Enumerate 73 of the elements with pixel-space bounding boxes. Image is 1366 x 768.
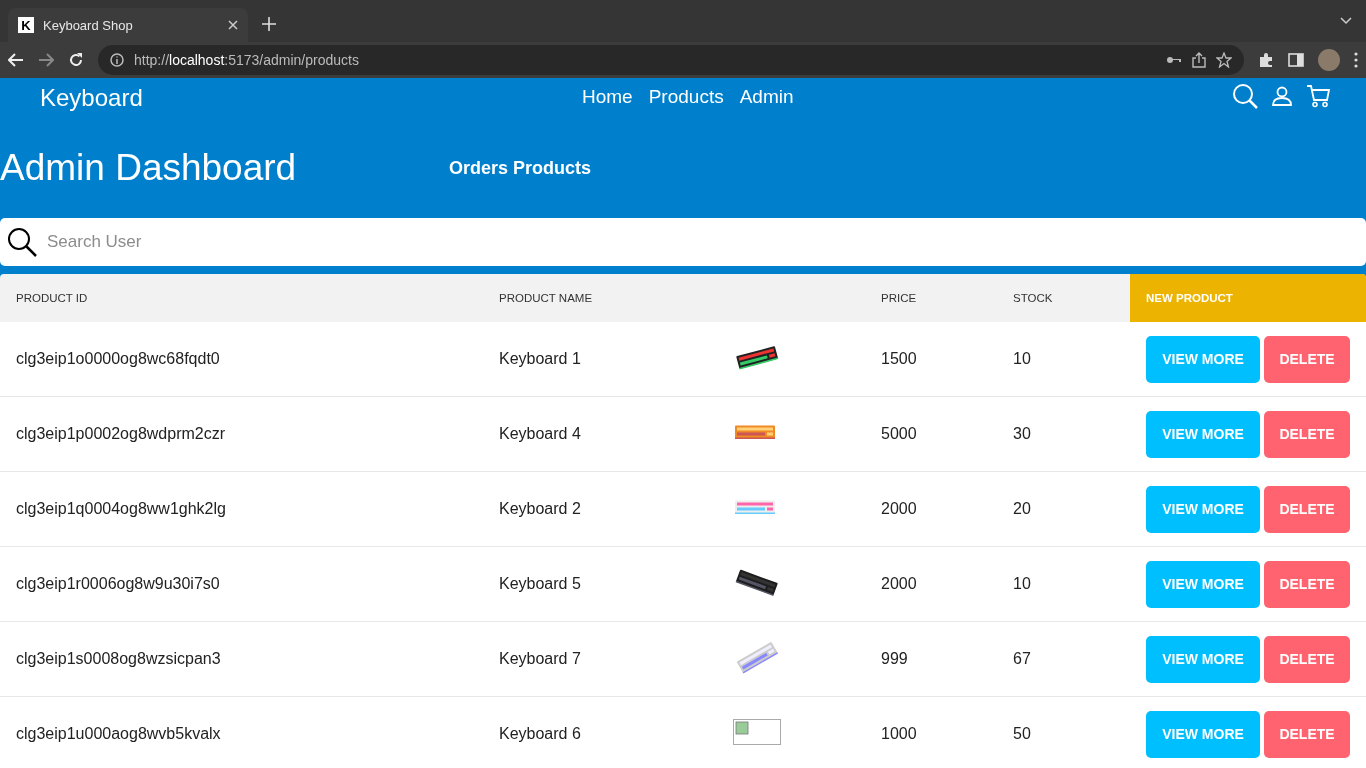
table-cell-text: clg3eip1p0002og8wdprm2czr — [15, 425, 227, 443]
search-icon[interactable] — [1232, 83, 1258, 109]
table-cell-text: 1000 — [881, 725, 918, 743]
page-title: Admin Dashboard — [0, 147, 298, 189]
table-cell-text: 5000 — [881, 425, 918, 443]
table-cell-text: 2000 — [881, 500, 918, 518]
chevron-down-icon[interactable] — [1340, 17, 1352, 25]
back-icon[interactable] — [8, 53, 24, 67]
brand-name[interactable]: Keyboard — [40, 84, 143, 112]
view-more-button[interactable]: VIEW MORE — [1146, 485, 1260, 533]
info-icon[interactable] — [110, 53, 124, 67]
delete-button[interactable]: DELETE — [1264, 710, 1350, 758]
sidebar-icon[interactable] — [1288, 53, 1304, 67]
table-cell-text: 10 — [1013, 575, 1032, 593]
key-icon[interactable] — [1166, 55, 1182, 65]
url-text: http://localhost:5173/admin/products — [134, 52, 359, 68]
forward-icon[interactable] — [38, 53, 54, 67]
table-cell-text: 50 — [1013, 725, 1032, 743]
delete-button[interactable]: DELETE — [1264, 335, 1350, 383]
reload-icon[interactable] — [68, 52, 84, 68]
table-cell-text: Keyboard 6 — [499, 725, 582, 743]
tab-favicon: K — [18, 17, 34, 33]
new-tab-icon[interactable] — [262, 17, 276, 31]
view-more-button[interactable]: VIEW MORE — [1146, 335, 1260, 383]
table-cell-text: Keyboard 2 — [499, 500, 582, 518]
table-cell-text: clg3eip1o0000og8wc68fqdt0 — [15, 350, 221, 368]
table-cell-text: clg3eip1u000aog8wvb5kvalx — [15, 725, 222, 743]
column-header: STOCK — [1013, 292, 1054, 304]
view-more-button[interactable]: VIEW MORE — [1146, 710, 1260, 758]
delete-button[interactable]: DELETE — [1264, 410, 1350, 458]
broken-image-icon — [733, 719, 781, 745]
share-icon[interactable] — [1192, 52, 1206, 68]
user-icon[interactable] — [1272, 86, 1292, 106]
table-cell-text: Keyboard 4 — [499, 425, 582, 443]
browser-tab[interactable]: K Keyboard Shop — [8, 8, 248, 42]
table-cell-text: 20 — [1013, 500, 1032, 518]
column-header: PRODUCT NAME — [499, 292, 594, 304]
table-cell-text: 999 — [881, 650, 909, 668]
star-icon[interactable] — [1216, 52, 1232, 68]
column-header: PRICE — [881, 292, 918, 304]
cart-icon[interactable] — [1306, 84, 1330, 108]
table-cell-text: Keyboard 1 — [499, 350, 582, 368]
puzzle-icon[interactable] — [1258, 52, 1274, 68]
close-icon[interactable] — [228, 20, 238, 30]
new-product-button[interactable]: NEW PRODUCT — [1130, 274, 1366, 322]
avatar-icon[interactable] — [1318, 49, 1340, 71]
search-field[interactable]: Search User — [45, 231, 1366, 253]
table-cell-text: 67 — [1013, 650, 1032, 668]
table-cell-text: Keyboard 5 — [499, 575, 582, 593]
table-cell-text: 1500 — [881, 350, 918, 368]
delete-button[interactable]: DELETE — [1264, 560, 1350, 608]
nav-link[interactable]: Home — [582, 86, 633, 108]
table-cell-text: Keyboard 7 — [499, 650, 582, 668]
dashboard-links[interactable]: Orders Products — [449, 157, 592, 179]
table-cell-text: 30 — [1013, 425, 1032, 443]
view-more-button[interactable]: VIEW MORE — [1146, 410, 1260, 458]
table-cell-text: 10 — [1013, 350, 1032, 368]
column-header: PRODUCT ID — [15, 292, 89, 304]
table-cell-text: 2000 — [881, 575, 918, 593]
delete-button[interactable]: DELETE — [1264, 635, 1350, 683]
nav-link[interactable]: Products — [648, 86, 724, 108]
tab-title: Keyboard Shop — [43, 17, 134, 33]
search-bar[interactable]: Search User — [0, 218, 1366, 266]
view-more-button[interactable]: VIEW MORE — [1146, 560, 1260, 608]
table-cell-text: clg3eip1s0008og8wzsicpan3 — [15, 650, 222, 668]
view-more-button[interactable]: VIEW MORE — [1146, 635, 1260, 683]
delete-button[interactable]: DELETE — [1264, 485, 1350, 533]
table-cell-text: clg3eip1q0004og8ww1ghk2lg — [15, 500, 227, 518]
table-cell-text: clg3eip1r0006og8w9u30i7s0 — [15, 575, 221, 593]
address-bar[interactable]: http://localhost:5173/admin/products — [98, 45, 1244, 75]
menu-icon[interactable] — [1354, 52, 1358, 68]
search-icon — [7, 227, 37, 257]
nav-link[interactable]: Admin — [739, 86, 794, 108]
